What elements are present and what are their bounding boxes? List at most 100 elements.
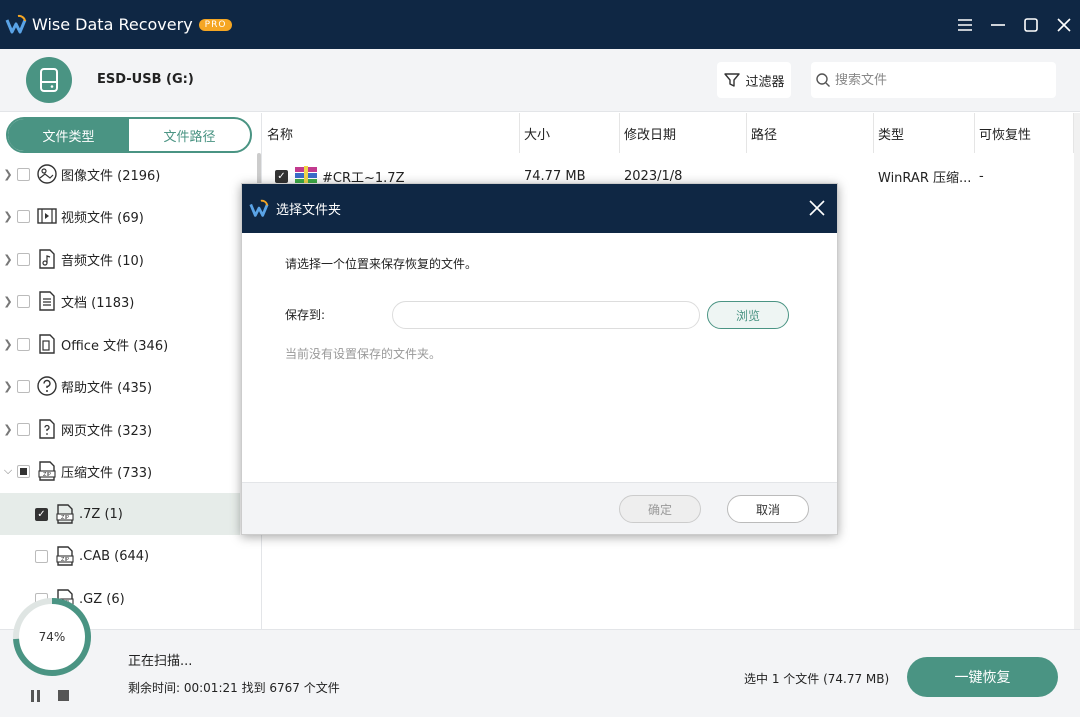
scan-status: 正在扫描...	[128, 654, 193, 669]
sidebar-item-images[interactable]: ❯ 图像文件 (2196)	[0, 153, 240, 195]
checkbox[interactable]: ✓	[275, 169, 288, 183]
file-type: WinRAR 压缩...	[878, 170, 972, 186]
table-header: 名称 大小 修改日期 路径 类型 可恢复性	[263, 113, 1080, 153]
drive-bar: ESD-USB (G:) 过滤器	[0, 49, 1080, 112]
sidebar-item-webpages[interactable]: ❯ 网页文件 (323)	[0, 408, 240, 450]
app-logo-icon	[5, 14, 27, 33]
save-path-input[interactable]	[392, 301, 700, 329]
stop-icon[interactable]	[58, 690, 70, 702]
sidebar-item-videos[interactable]: ❯ 视频文件 (69)	[0, 195, 240, 237]
drive-name: ESD-USB (G:)	[97, 72, 194, 87]
browse-button[interactable]: 浏览	[707, 301, 789, 329]
close-icon[interactable]	[807, 198, 827, 218]
pause-icon[interactable]	[30, 690, 42, 702]
sidebar-item-label: 视频文件 (69)	[61, 210, 144, 226]
checkbox[interactable]	[17, 294, 30, 308]
column-name[interactable]: 名称	[263, 113, 520, 153]
checkbox[interactable]	[17, 252, 30, 266]
sidebar-item-label: .CAB (644)	[79, 548, 150, 564]
close-icon[interactable]	[1047, 0, 1080, 49]
recover-button[interactable]: 一键恢复	[907, 657, 1058, 697]
svg-text:ZIP: ZIP	[61, 515, 69, 521]
sidebar-item-help[interactable]: ❯ 帮助文件 (435)	[0, 365, 240, 407]
sidebar-item-archives[interactable]: ⌵ ZIP 压缩文件 (733)	[0, 450, 240, 492]
column-type[interactable]: 类型	[874, 113, 975, 153]
search-input[interactable]	[835, 72, 1035, 88]
title-bar: Wise Data Recovery PRO	[0, 0, 1080, 49]
column-path[interactable]: 路径	[747, 113, 874, 153]
chevron-right-icon[interactable]: ❯	[1, 210, 15, 223]
maximize-icon[interactable]	[1014, 0, 1047, 49]
save-to-label: 保存到:	[285, 308, 326, 322]
table-scrollbar[interactable]	[1074, 113, 1080, 629]
video-icon	[36, 205, 58, 227]
select-folder-dialog: 选择文件夹 请选择一个位置来保存恢复的文件。 保存到: 浏览 当前没有设置保存的…	[241, 183, 838, 535]
sidebar-item-label: 帮助文件 (435)	[61, 380, 153, 396]
svg-text:ZIP: ZIP	[43, 472, 51, 478]
dialog-footer: 确定 取消	[242, 482, 837, 534]
sidebar-item-office[interactable]: ❯ Office 文件 (346)	[0, 323, 240, 365]
sidebar-item-cab[interactable]: ZIP .CAB (644)	[0, 535, 240, 577]
pro-badge: PRO	[198, 18, 233, 31]
zip-icon: ZIP	[54, 503, 76, 525]
zip-icon: ZIP	[36, 460, 58, 482]
zip-icon: ZIP	[54, 545, 76, 567]
checkbox[interactable]	[17, 209, 30, 223]
audio-icon	[36, 248, 58, 270]
tab-file-type[interactable]: 文件类型	[8, 119, 129, 151]
sidebar-item-label: 压缩文件 (733)	[61, 465, 153, 481]
checkbox[interactable]	[35, 549, 48, 563]
file-recoverability: -	[979, 168, 984, 184]
checkbox[interactable]	[17, 464, 30, 478]
checkbox[interactable]	[17, 379, 30, 393]
minimize-icon[interactable]	[981, 0, 1014, 49]
sidebar-item-label: 音频文件 (10)	[61, 253, 144, 269]
progress-percent: 74%	[38, 630, 66, 644]
filter-icon	[724, 73, 741, 87]
checkbox[interactable]: ✓	[35, 507, 48, 521]
dialog-header: 选择文件夹	[242, 184, 837, 233]
filter-label: 过滤器	[745, 74, 785, 90]
usb-drive-icon	[26, 57, 72, 103]
checkbox[interactable]	[17, 167, 30, 181]
ok-button[interactable]: 确定	[619, 495, 701, 523]
tab-file-path[interactable]: 文件路径	[129, 119, 250, 151]
sidebar-item-7z[interactable]: ✓ ZIP .7Z (1)	[0, 493, 240, 535]
sidebar-item-documents[interactable]: ❯ 文档 (1183)	[0, 280, 240, 322]
checkbox[interactable]	[17, 337, 30, 351]
chevron-right-icon[interactable]: ❯	[1, 338, 15, 351]
search-icon	[816, 73, 830, 87]
sidebar: 文件类型 文件路径 ❯ 图像文件 (2196) ❯ 视频文件 (69) ❯ 音频…	[0, 113, 262, 629]
menu-icon[interactable]	[948, 0, 981, 49]
column-recoverability[interactable]: 可恢复性	[975, 113, 1074, 153]
selected-info: 选中 1 个文件 (74.77 MB)	[744, 672, 890, 686]
cancel-button[interactable]: 取消	[727, 495, 809, 523]
search-box[interactable]	[811, 62, 1056, 98]
sidebar-item-label: 图像文件 (2196)	[61, 168, 161, 184]
chevron-right-icon[interactable]: ❯	[1, 253, 15, 266]
webpage-icon	[36, 418, 58, 440]
dialog-title: 选择文件夹	[276, 203, 342, 218]
chevron-down-icon[interactable]: ⌵	[1, 464, 15, 478]
sidebar-item-label: 网页文件 (323)	[61, 423, 153, 439]
document-icon	[36, 290, 58, 312]
image-icon	[36, 163, 58, 185]
sidebar-item-label: .7Z (1)	[79, 506, 123, 522]
svg-text:ZIP: ZIP	[61, 557, 69, 563]
sidebar-item-label: 文档 (1183)	[61, 295, 135, 311]
column-size[interactable]: 大小	[520, 113, 620, 153]
office-icon	[36, 333, 58, 355]
scan-detail: 剩余时间: 00:01:21 找到 6767 个文件	[128, 681, 340, 695]
app-logo-icon	[249, 199, 269, 217]
sidebar-item-audio[interactable]: ❯ 音频文件 (10)	[0, 238, 240, 280]
filter-button[interactable]: 过滤器	[717, 62, 791, 98]
dialog-note: 当前没有设置保存的文件夹。	[285, 347, 442, 361]
sidebar-item-label: Office 文件 (346)	[61, 338, 169, 354]
column-date[interactable]: 修改日期	[620, 113, 747, 153]
dialog-prompt: 请选择一个位置来保存恢复的文件。	[285, 257, 478, 271]
chevron-right-icon[interactable]: ❯	[1, 295, 15, 308]
chevron-right-icon[interactable]: ❯	[1, 168, 15, 181]
chevron-right-icon[interactable]: ❯	[1, 380, 15, 393]
checkbox[interactable]	[17, 422, 30, 436]
chevron-right-icon[interactable]: ❯	[1, 423, 15, 436]
